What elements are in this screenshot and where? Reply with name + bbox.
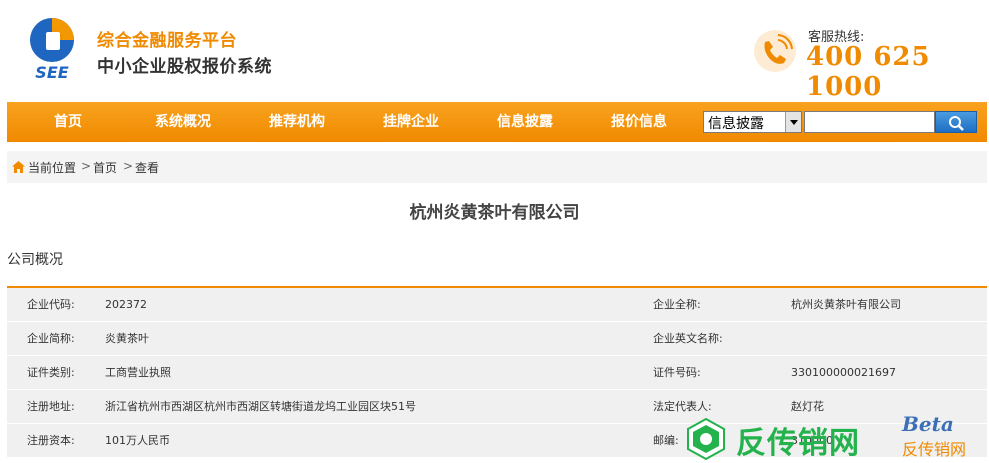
phone-icon (754, 30, 796, 72)
breadcrumb-label: 当前位置 (28, 161, 77, 175)
watermark-text: 反传销网 (736, 426, 860, 461)
watermark-subtext: 反传销网 (902, 440, 967, 459)
search-category-select[interactable]: 信息披露 (703, 111, 802, 133)
field-value: 330100000021697 (791, 366, 896, 379)
table-row: 证件类别: 工商营业执照 证件号码: 330100000021697 (7, 356, 987, 390)
field-value: 炎黄茶叶 (105, 332, 149, 345)
field-label: 注册资本: (27, 434, 75, 447)
field-value: 101万人民币 (105, 434, 170, 447)
field-label: 证件类别: (27, 366, 75, 379)
field-label: 邮编: (653, 434, 679, 447)
breadcrumb-item-view: 查看 (135, 161, 160, 175)
hotline-number: 400 625 1000 (806, 42, 931, 102)
search-button[interactable] (935, 111, 977, 133)
nav-item-system-overview[interactable]: 系统概况 (138, 102, 228, 142)
chevron-right-icon: > (123, 159, 134, 173)
platform-title: 综合金融服务平台 (97, 31, 237, 51)
search-category-value: 信息披露 (708, 116, 764, 132)
field-value: 202372 (105, 298, 147, 311)
field-value: 浙江省杭州市西湖区杭州市西湖区转塘街道龙坞工业园区块51号 (105, 400, 416, 413)
system-title: 中小企业股权报价系统 (97, 57, 272, 77)
field-value: 杭州炎黄茶叶有限公司 (791, 298, 901, 311)
table-row: 企业代码: 202372 企业全称: 杭州炎黄茶叶有限公司 (7, 288, 987, 322)
field-label: 注册地址: (27, 400, 75, 413)
nav-item-recommended-institutions[interactable]: 推荐机构 (252, 102, 342, 142)
nav-item-listed-companies[interactable]: 挂牌企业 (366, 102, 456, 142)
field-label: 企业代码: (27, 298, 75, 311)
field-label: 证件号码: (653, 366, 701, 379)
breadcrumb: 当前位置 > 首页 > 查看 (7, 151, 987, 183)
breadcrumb-item-home[interactable]: 首页 (93, 159, 117, 176)
watermark-logo-icon (687, 417, 725, 461)
header: SEE 综合金融服务平台 中小企业股权报价系统 客服热线: 400 625 10… (0, 0, 989, 102)
field-label: 企业英文名称: (653, 332, 723, 345)
field-label: 企业简称: (27, 332, 75, 345)
chevron-right-icon: > (81, 159, 92, 173)
watermark-beta: Beta (902, 412, 954, 436)
field-value: 工商营业执照 (105, 366, 171, 379)
search-icon (949, 116, 964, 131)
watermark: 反传销网 Beta 反传销网 (684, 412, 989, 463)
company-title: 杭州炎黄茶叶有限公司 (409, 203, 580, 223)
see-logo-icon[interactable]: SEE (22, 14, 82, 82)
section-title: 公司概况 (7, 252, 63, 268)
nav-item-quotes[interactable]: 报价信息 (594, 102, 684, 142)
main-nav: 首页 系统概况 推荐机构 挂牌企业 信息披露 报价信息 信息披露 (7, 102, 987, 142)
dropdown-arrow-icon[interactable] (785, 112, 801, 132)
field-label: 企业全称: (653, 298, 701, 311)
nav-item-home[interactable]: 首页 (23, 102, 113, 142)
table-row: 企业简称: 炎黄茶叶 企业英文名称: (7, 322, 987, 356)
search-input[interactable] (804, 111, 935, 133)
nav-item-disclosure[interactable]: 信息披露 (480, 102, 570, 142)
home-icon (12, 161, 25, 173)
svg-text:SEE: SEE (35, 63, 68, 82)
